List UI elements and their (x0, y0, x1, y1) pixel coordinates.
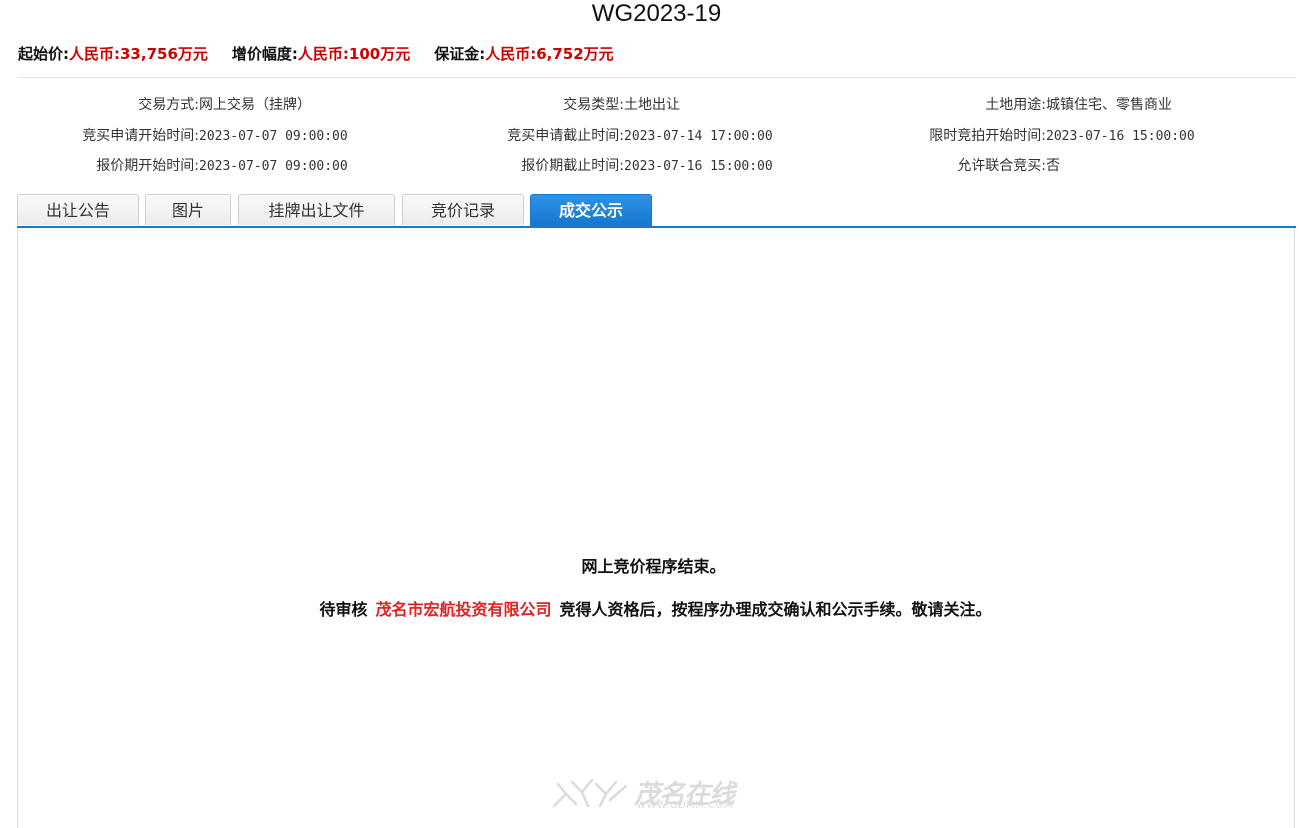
watermark-url: WWW.GDMM.COM (636, 800, 734, 811)
winner-name: 茂名市宏航投资有限公司 (375, 600, 552, 619)
notice-ended: 网上竞价程序结束。 (581, 557, 726, 576)
price-bar: 起始价:人民币:33,756万元 增价幅度:人民币:100万元 保证金:人民币:… (18, 42, 638, 64)
info-row: 报价期开始时间: 2023-07-07 09:00:00 报价期截止时间: 2023… (0, 154, 1299, 178)
joint-bid: 允许联合竞买: 否 (957, 154, 1060, 178)
info-row: 竞买申请开始时间: 2023-07-07 09:00:00 竞买申请截止时间: 20… (0, 124, 1299, 148)
apply-start: 竞买申请开始时间: 2023-07-07 09:00:00 (82, 124, 348, 148)
apply-end-label: 竞买申请截止时间: (507, 128, 624, 144)
trade-method: 交易方式: 网上交易（挂牌） (138, 93, 311, 117)
tab-bid-records[interactable]: 竞价记录 (402, 194, 524, 225)
deposit-value: 人民币:6,752万元 (485, 44, 614, 63)
apply-start-value: 2023-07-07 09:00:00 (199, 129, 348, 144)
watermark-logo-icon (552, 778, 628, 808)
trade-type-label: 交易类型: (563, 97, 624, 113)
trade-type-value: 土地出让 (624, 97, 680, 113)
tab-listing-documents[interactable]: 挂牌出让文件 (238, 194, 395, 225)
notice-suffix: 竞得人资格后，按程序办理成交确认和公示手续。敬请关注。 (559, 600, 992, 619)
tab-content-panel (17, 228, 1295, 828)
land-use-value: 城镇住宅、零售商业 (1046, 97, 1172, 113)
tab-deal-announcement[interactable]: 成交公示 (530, 194, 652, 227)
quote-start: 报价期开始时间: 2023-07-07 09:00:00 (96, 154, 348, 178)
quote-end-value: 2023-07-16 15:00:00 (624, 159, 773, 174)
land-use: 土地用途: 城镇住宅、零售商业 (985, 93, 1172, 117)
joint-bid-label: 允许联合竞买: (957, 158, 1046, 174)
start-price-value: 人民币:33,756万元 (69, 44, 208, 63)
timed-bid-start-label: 限时竞拍开始时间: (929, 128, 1046, 144)
header-divider (18, 77, 1296, 78)
notice-prefix: 待审核 (319, 600, 368, 619)
apply-end: 竞买申请截止时间: 2023-07-14 17:00:00 (507, 124, 773, 148)
quote-end: 报价期截止时间: 2023-07-16 15:00:00 (521, 154, 773, 178)
info-row: 交易方式: 网上交易（挂牌） 交易类型: 土地出让 土地用途: 城镇住宅、零售商业 (0, 93, 1299, 117)
tab-images[interactable]: 图片 (145, 194, 231, 225)
quote-end-label: 报价期截止时间: (521, 158, 624, 174)
trade-method-value: 网上交易（挂牌） (199, 97, 311, 113)
apply-start-label: 竞买申请开始时间: (82, 128, 199, 144)
increment-label: 增价幅度: (231, 44, 298, 63)
notice-review: 待审核 茂名市宏航投资有限公司 竞得人资格后，按程序办理成交确认和公示手续。敬请关注… (0, 596, 1299, 620)
joint-bid-value: 否 (1046, 158, 1060, 174)
trade-type: 交易类型: 土地出让 (563, 93, 680, 117)
deposit-label: 保证金: (434, 44, 486, 63)
tab-announcement[interactable]: 出让公告 (17, 194, 139, 225)
quote-start-label: 报价期开始时间: (96, 158, 199, 174)
quote-start-value: 2023-07-07 09:00:00 (199, 159, 348, 174)
page-title: WG2023-19 (591, 0, 722, 27)
land-use-label: 土地用途: (985, 97, 1046, 113)
deposit: 保证金:人民币:6,752万元 (434, 43, 613, 64)
trade-method-label: 交易方式: (138, 97, 199, 113)
increment: 增价幅度:人民币:100万元 (232, 43, 410, 64)
watermark: 茂名在线 WWW.GDMM.COM (552, 772, 752, 812)
timed-bid-start-value: 2023-07-16 15:00:00 (1046, 129, 1195, 144)
timed-bid-start: 限时竞拍开始时间: 2023-07-16 15:00:00 (929, 124, 1195, 148)
start-price-label: 起始价: (18, 44, 69, 63)
apply-end-value: 2023-07-14 17:00:00 (624, 129, 773, 144)
start-price: 起始价:人民币:33,756万元 (18, 43, 208, 64)
increment-value: 人民币:100万元 (297, 44, 411, 63)
